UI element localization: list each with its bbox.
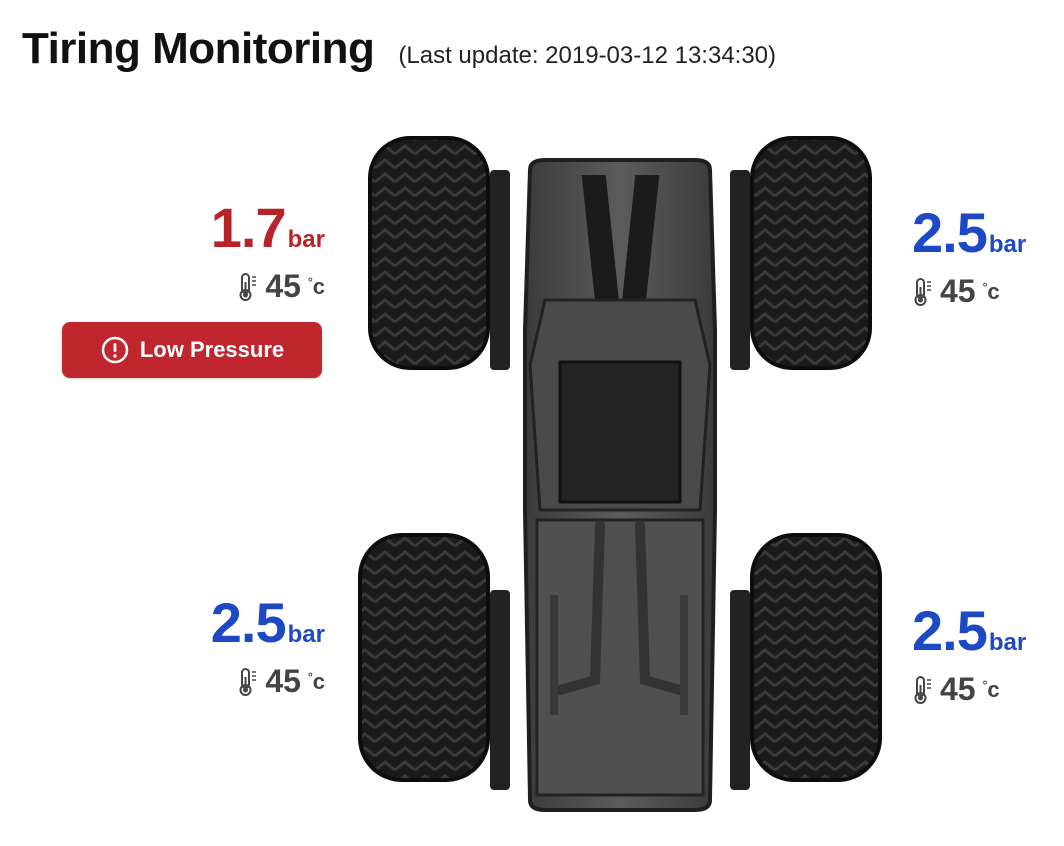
- vehicle-image: [355, 130, 885, 820]
- vehicle-top-view: [358, 136, 882, 812]
- thermometer-icon: [239, 272, 257, 301]
- header: Tiring Monitoring (Last update: 2019-03-…: [22, 24, 776, 74]
- last-update-text: (Last update: 2019-03-12 13:34:30): [398, 42, 777, 69]
- rear-right-pressure: 2.5bar: [912, 599, 1027, 662]
- rear-left-tire-info: 2.5bar 45 °c: [105, 595, 325, 702]
- front-right-pressure: 2.5bar: [912, 201, 1027, 264]
- thermometer-icon: [914, 277, 931, 306]
- rear-right-tire: [750, 533, 882, 782]
- front-right-tire: [750, 136, 872, 370]
- thermometer-icon: [914, 675, 931, 704]
- front-right-tire-info: 2.5bar 45 °c: [912, 205, 1064, 312]
- front-right-temperature: 45 °c: [912, 273, 1000, 310]
- rear-left-temperature: 45 °c: [237, 663, 325, 700]
- low-pressure-badge: Low Pressure: [62, 322, 322, 378]
- front-left-tire: [368, 136, 490, 370]
- rear-right-temperature: 45 °c: [912, 671, 1000, 708]
- page-title: Tiring Monitoring: [22, 24, 375, 73]
- rear-left-tire: [358, 533, 490, 782]
- front-left-pressure: 1.7bar: [210, 196, 325, 259]
- front-left-temperature: 45 °c: [237, 268, 325, 305]
- low-pressure-label: Low Pressure: [139, 337, 285, 362]
- rear-left-pressure: 2.5bar: [210, 591, 325, 654]
- rear-right-tire-info: 2.5bar 45 °c: [912, 603, 1064, 710]
- alert-circle-icon: [101, 336, 129, 364]
- thermometer-icon: [239, 667, 257, 696]
- front-left-tire-info: 1.7bar 45 °c: [105, 200, 325, 307]
